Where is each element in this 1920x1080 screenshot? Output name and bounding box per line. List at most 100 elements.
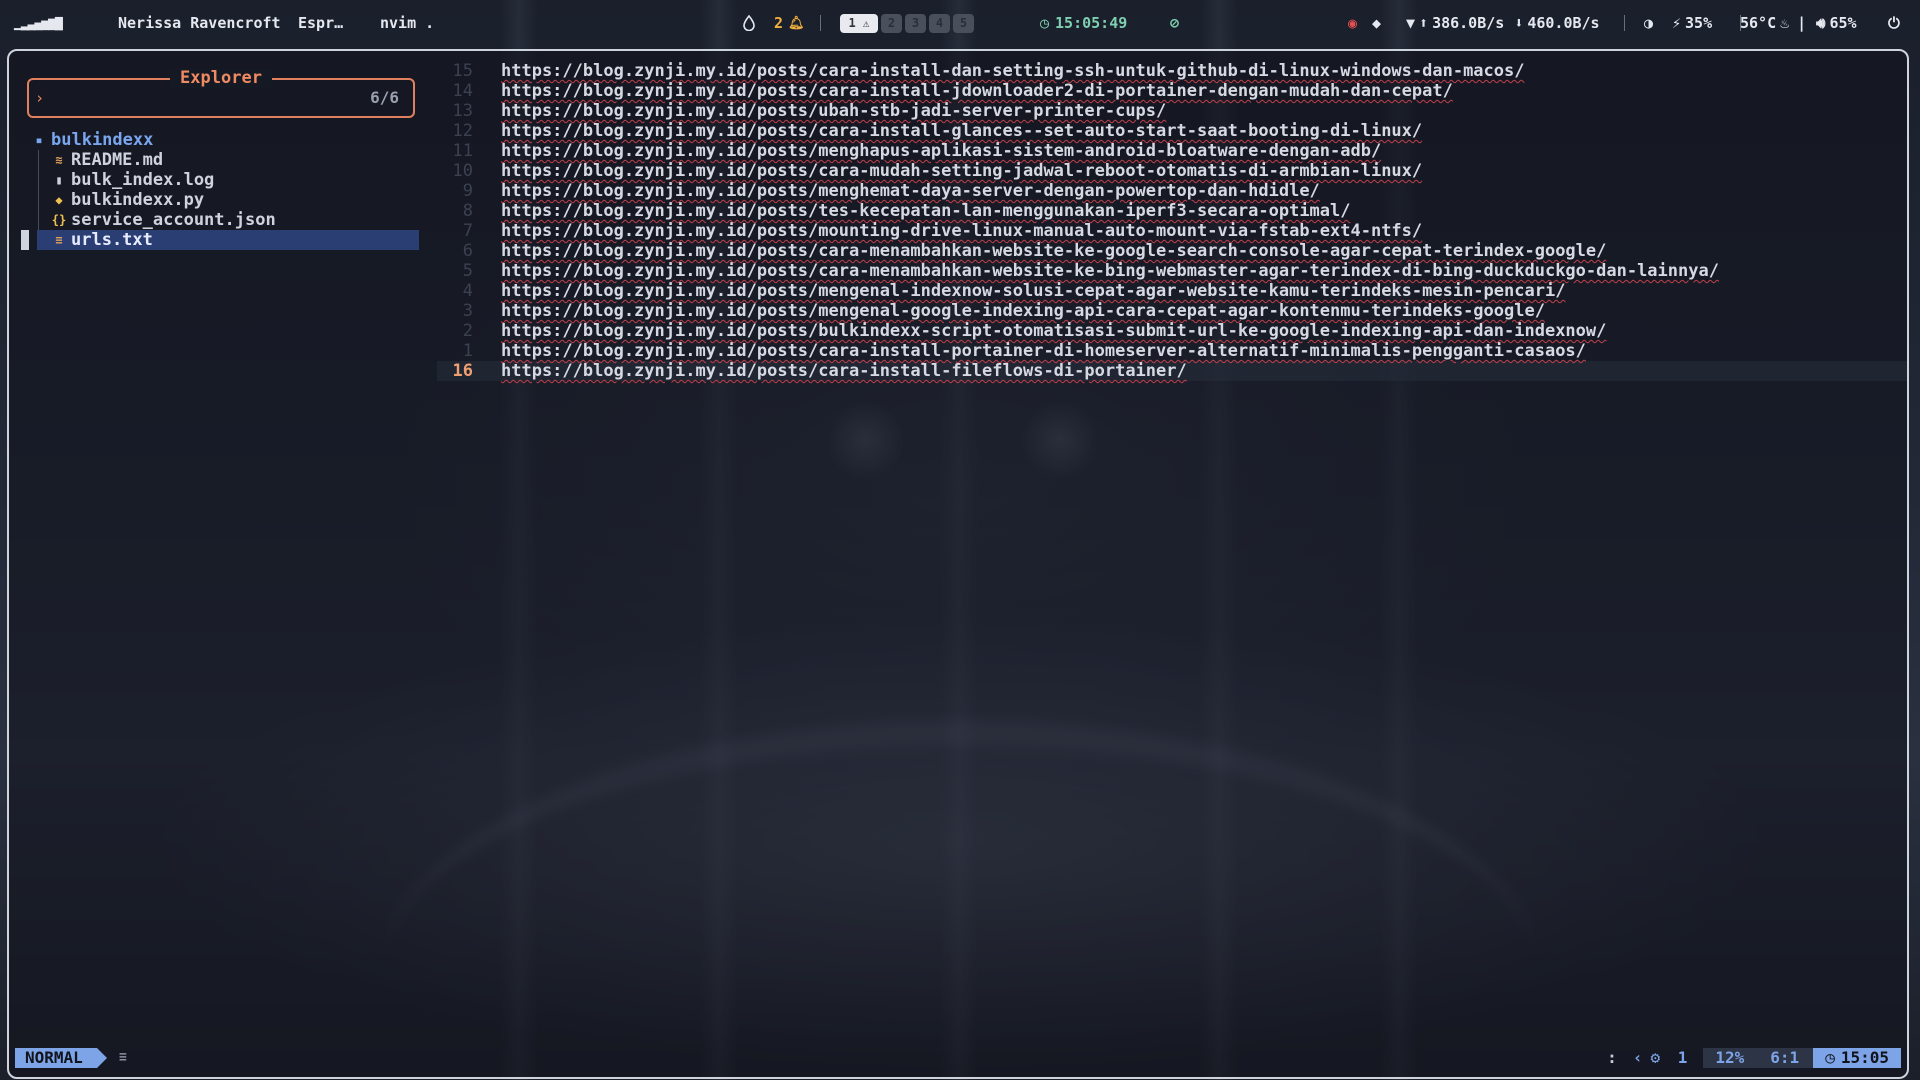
line-text[interactable]: https://blog.zynji.my.id/posts/mounting-… [501,221,1422,241]
tray-network-icon[interactable]: ◆ [1372,0,1381,46]
theme-toggle-icon[interactable]: ◑ [1644,0,1653,46]
user-name: Nerissa Ravencroft [118,14,281,32]
active-app: Espr… [298,14,344,32]
speaker-icon: 🔊︎ [1816,14,1826,32]
command-indicator: : [1607,1048,1617,1067]
editor-line[interactable]: 10 https://blog.zynji.my.id/posts/cara-mu… [437,161,1907,181]
window-title: nvim . [380,14,435,32]
editor-line[interactable]: 13 https://blog.zynji.my.id/posts/ubah-st… [437,101,1907,121]
line-number: 8 [462,201,473,221]
editor-line[interactable]: 1 https://blog.zynji.my.id/posts/cara-ins… [437,341,1907,361]
line-number: 15 [452,61,473,81]
explorer-search[interactable]: Explorer › 6/6 [27,68,415,118]
line-text[interactable]: https://blog.zynji.my.id/posts/menghemat… [501,181,1320,201]
status-bar: ▁▂▃▄▅▆▇ Nerissa Ravencroft Espr… nvim . … [0,0,1920,46]
line-number: 7 [462,221,473,241]
brightness[interactable]: ⚡ 35% [1672,0,1712,46]
line-number: 11 [452,141,473,161]
editor-line[interactable]: 3 https://blog.zynji.my.id/posts/mengenal… [437,301,1907,321]
power-icon[interactable]: ⏻ [1888,0,1900,46]
workspace-2[interactable]: 2 [881,13,902,33]
gear-icon: ⚙ [1650,1048,1661,1067]
editor-line[interactable]: 4 https://blog.zynji.my.id/posts/mengenal… [437,281,1907,301]
line-text[interactable]: https://blog.zynji.my.id/posts/cara-mena… [501,241,1606,261]
bolt-icon: ⚡ [1672,14,1682,32]
clock-icon: ◷ [1825,1048,1835,1067]
line-text[interactable]: https://blog.zynji.my.id/posts/cara-inst… [501,121,1422,141]
markdown-icon: ≋ [55,153,63,167]
folder-icon: ▪ [35,133,43,147]
workspace-switcher: 1 ⚠ 2 3 4 5 [840,0,977,46]
line-text[interactable]: https://blog.zynji.my.id/posts/ubah-stb-… [501,101,1166,121]
editor-line[interactable]: 11 https://blog.zynji.my.id/posts/menghap… [437,141,1907,161]
temperature[interactable]: 56°C ♨ | [1740,0,1806,46]
line-number: 16 [452,361,473,381]
tree-item-python[interactable]: ◆ bulkindexx.py [21,190,419,210]
line-number: 1 [462,341,473,361]
file-type-icon: ≡ [119,1050,127,1065]
status-line: NORMAL ≡ : ‹ ⚙ 1 12% 6:1 ◷ 15:05 [15,1048,1901,1068]
wifi-icon: ▼ [1406,14,1416,32]
tray-mute-icon[interactable]: ◉ [1348,0,1357,46]
line-text[interactable]: https://blog.zynji.my.id/posts/cara-mena… [501,261,1719,281]
volume[interactable]: 🔊︎ 65% [1816,0,1857,46]
line-text[interactable]: https://blog.zynji.my.id/posts/cara-inst… [501,361,1187,381]
tree-item-urls[interactable]: ≡ urls.txt [21,230,419,250]
tree-item-json[interactable]: {} service_account.json [21,210,419,230]
download-icon: ⬇ [1514,14,1524,32]
file-tree: ▪ bulkindexx ≋ README.md ▮ bulk_index.lo… [21,130,419,250]
bell-icon: 🔔︎ [788,15,805,31]
flame-icon: ♨ [1780,14,1790,32]
line-text[interactable]: https://blog.zynji.my.id/posts/mengenal-… [501,301,1545,321]
editor-line[interactable]: 6 https://blog.zynji.my.id/posts/cara-men… [437,241,1907,261]
python-icon: ◆ [55,193,63,207]
line-text[interactable]: https://blog.zynji.my.id/posts/cara-inst… [501,81,1453,101]
clock-icon: ◷ [1040,14,1050,32]
line-text[interactable]: https://blog.zynji.my.id/posts/cara-inst… [501,341,1586,361]
terminal-window: Explorer › 6/6 ▪ bulkindexx ≋ README.md … [7,49,1909,1079]
network-speed[interactable]: ▼ ⬆ 386.0B/s ⬇ 460.0B/s [1406,0,1600,46]
tree-item-log[interactable]: ▮ bulk_index.log [21,170,419,190]
scroll-percent: 12% [1703,1048,1757,1068]
line-number: 4 [462,281,473,301]
line-text[interactable]: https://blog.zynji.my.id/posts/bulkindex… [501,321,1606,341]
editor-line[interactable]: 16 https://blog.zynji.my.id/posts/cara-in… [437,361,1907,381]
workspace-4[interactable]: 4 [929,13,950,33]
editor-line[interactable]: 2 https://blog.zynji.my.id/posts/bulkinde… [437,321,1907,341]
line-number: 2 [462,321,473,341]
editor-line[interactable]: 14 https://blog.zynji.my.id/posts/cara-in… [437,81,1907,101]
line-text[interactable]: https://blog.zynji.my.id/posts/tes-kecep… [501,201,1351,221]
line-number: 9 [462,181,473,201]
clock[interactable]: ◷ 15:05:49 [1040,0,1127,46]
log-file-icon: ▮ [55,173,63,187]
line-text[interactable]: https://blog.zynji.my.id/posts/mengenal-… [501,281,1565,301]
status-clock: ◷ 15:05 [1813,1048,1901,1068]
editor-line[interactable]: 12 https://blog.zynji.my.id/posts/cara-in… [437,121,1907,141]
launcher-logo[interactable]: ▁▂▃▄▅▆▇ [14,0,63,46]
editor-line[interactable]: 5 https://blog.zynji.my.id/posts/cara-men… [437,261,1907,281]
editor-line[interactable]: 8 https://blog.zynji.my.id/posts/tes-kece… [437,201,1907,221]
editor-line[interactable]: 15 https://blog.zynji.my.id/posts/cara-in… [437,61,1907,81]
workspace-1[interactable]: 1 ⚠ [840,13,878,33]
notification-count[interactable]: 2 🔔︎ [774,0,805,46]
line-text[interactable]: https://blog.zynji.my.id/posts/cara-inst… [501,61,1525,81]
line-text[interactable]: https://blog.zynji.my.id/posts/cara-muda… [501,161,1422,181]
editor-buffer[interactable]: 15 https://blog.zynji.my.id/posts/cara-in… [437,61,1907,381]
tree-item-readme[interactable]: ≋ README.md [21,150,419,170]
water-drop-icon[interactable] [742,0,756,46]
workspace-5[interactable]: 5 [953,13,974,33]
line-number: 5 [462,261,473,281]
line-number: 10 [452,161,473,181]
eye-off-icon[interactable]: ⊘ [1170,0,1179,46]
editor-line[interactable]: 9 https://blog.zynji.my.id/posts/menghema… [437,181,1907,201]
line-text[interactable]: https://blog.zynji.my.id/posts/menghapus… [501,141,1381,161]
editor-line[interactable]: 7 https://blog.zynji.my.id/posts/mounting… [437,221,1907,241]
json-icon: {} [51,213,67,227]
tree-root-folder[interactable]: ▪ bulkindexx [21,130,419,150]
line-number: 12 [452,121,473,141]
line-number: 14 [452,81,473,101]
text-file-icon: ≡ [55,233,63,247]
explorer-title: Explorer [170,68,272,88]
workspace-3[interactable]: 3 [905,13,926,33]
diagnostics[interactable]: ⚙ 1 [1650,1048,1695,1068]
